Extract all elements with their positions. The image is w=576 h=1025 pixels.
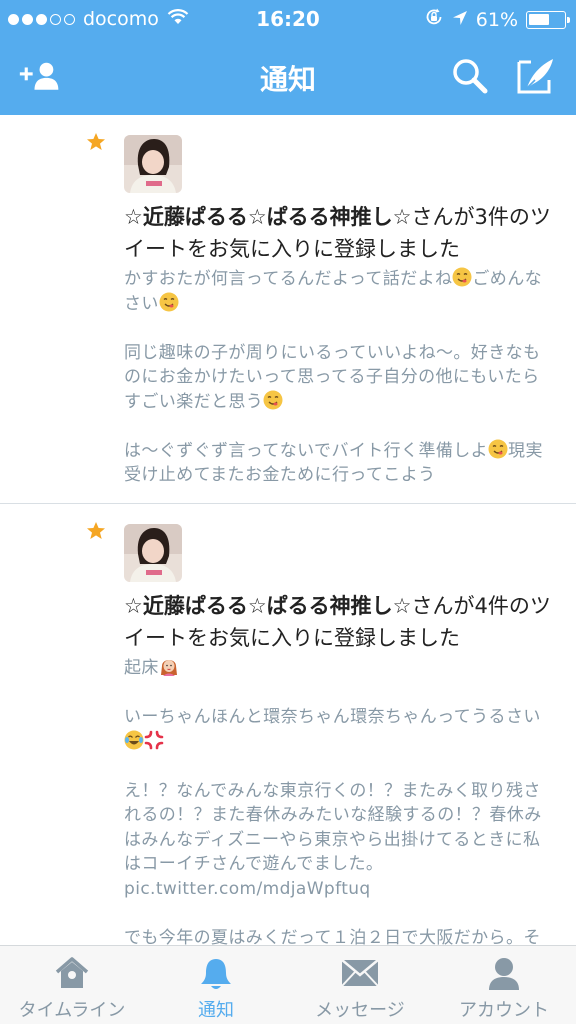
battery-percent: 61% [475,8,518,31]
header: docomo 16:20 61% 通知 [0,0,576,115]
user-name[interactable]: ☆近藤ぱるる☆ぱるる神推し☆ [124,205,411,229]
tweet-text[interactable]: かすおたが何言ってるんだよって話だよね ごめんなさい [124,267,554,316]
tweet-text[interactable]: 同じ趣味の子が周りにいるっていいよね〜。好きなものにお金かけたいって思ってる子自… [124,341,554,415]
smile-yum-emoji [263,390,283,409]
home-icon [54,956,90,994]
search-icon [453,59,488,94]
tab-notifications[interactable]: 通知 [144,946,288,1025]
tab-bar: タイムライン 通知 メッセージ アカウント [0,945,576,1024]
star-icon [86,132,106,156]
tab-timeline[interactable]: タイムライン [0,946,144,1025]
tweet-text[interactable]: でも今年の夏はみくだって１泊２日で大阪だから。それで８月の給料入ったらディズニー… [124,926,554,946]
smile-yum-emoji [452,267,472,287]
rotation-lock-icon [424,7,444,32]
tab-account[interactable]: アカウント [432,946,576,1025]
compose-icon [517,59,553,94]
star-icon [86,521,106,545]
person-icon [486,956,522,996]
smile-yum-emoji [488,439,508,458]
tweet-text[interactable]: は〜ぐずぐず言ってないでバイト行く準備しよ 現実受け止めてまたお金ために行ってこよ… [124,439,554,488]
tears-of-joy-emoji [124,730,144,749]
smile-yum-emoji [159,292,179,311]
tweet-list: 起床 いーちゃんほんと環奈ちゃん環奈ちゃんってうるさい え！？なんでみんな東京行… [124,656,554,945]
notification-item[interactable]: ☆近藤ぱるる☆ぱるる神推し☆さんが3件のツイートをお気に入りに登録しました かす… [0,115,576,504]
envelope-icon [340,956,380,992]
compose-button[interactable] [514,56,558,96]
notification-item[interactable]: ☆近藤ぱるる☆ぱるる神推し☆さんが4件のツイートをお気に入りに登録しました 起床… [0,504,576,945]
anger-emoji [144,730,164,749]
navigation-bar: 通知 [0,38,576,115]
notification-headline: ☆近藤ぱるる☆ぱるる神推し☆さんが3件のツイートをお気に入りに登録しました [124,205,551,261]
search-button[interactable] [448,56,492,96]
tweet-text[interactable]: え！？なんでみんな東京行くの！？またみく取り残されるの！？また春休みみたいな経験… [124,779,554,902]
tweet-list: かすおたが何言ってるんだよって話だよね ごめんなさい 同じ趣味の子が周りにいるって… [124,267,554,512]
location-icon [452,9,468,31]
notifications-feed[interactable]: ☆近藤ぱるる☆ぱるる神推し☆さんが3件のツイートをお気に入りに登録しました かす… [0,115,576,945]
avatar[interactable] [124,135,182,193]
tab-messages[interactable]: メッセージ [288,946,432,1025]
tweet-text[interactable]: 起床 [124,656,554,681]
notification-headline: ☆近藤ぱるる☆ぱるる神推し☆さんが4件のツイートをお気に入りに登録しました [124,594,551,650]
status-bar: docomo 16:20 61% [0,0,576,38]
user-name[interactable]: ☆近藤ぱるる☆ぱるる神推し☆ [124,594,411,618]
avatar[interactable] [124,524,182,582]
battery-icon [526,10,570,29]
tweet-text[interactable]: いーちゃんほんと環奈ちゃん環奈ちゃんってうるさい [124,705,554,754]
bell-icon [199,956,233,996]
woman-gesture-emoji [160,660,177,676]
